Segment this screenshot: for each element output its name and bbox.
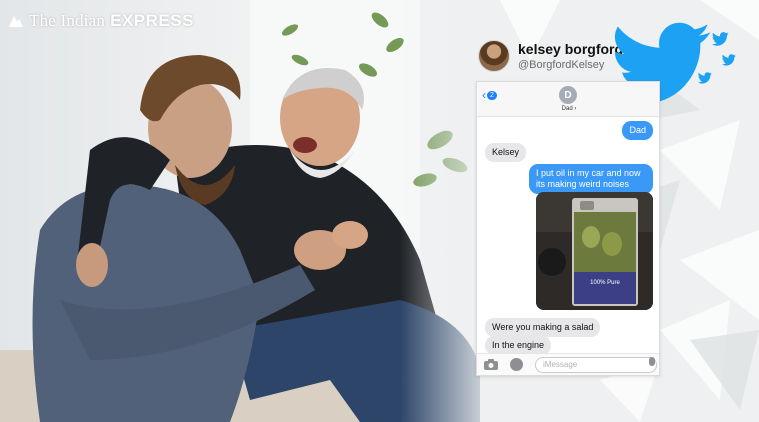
imessage-screenshot: ‹ 2 D Dad › Dad Kelsey I put oil in my c… — [476, 81, 660, 376]
contact-avatar[interactable]: D — [559, 86, 577, 104]
watermark-brand-light: The Indian — [29, 11, 106, 30]
tweet-author: kelsey borgford @BorgfordKelsey — [478, 40, 623, 72]
conversation-header: ‹ 2 D Dad › — [477, 82, 659, 117]
author-avatar — [478, 40, 510, 72]
app-store-icon[interactable] — [510, 358, 523, 371]
photo-illustration — [0, 0, 500, 422]
twitter-bird-small-icon — [698, 72, 712, 84]
message-bubble-incoming: Kelsey — [485, 143, 527, 162]
twitter-bird-small-icon — [722, 54, 736, 66]
back-chevron-icon: ‹ — [482, 88, 486, 102]
message-bubble-incoming: Were you making a salad — [485, 318, 601, 337]
watermark-brand-bold: EXPRESS — [110, 11, 194, 30]
tin-label-text: 100% Pure — [590, 280, 620, 286]
author-handle: @BorgfordKelsey — [518, 59, 605, 71]
message-bubble-outgoing: Dad — [622, 121, 653, 140]
compose-bar: iMessage — [477, 353, 659, 375]
microphone-icon[interactable] — [649, 357, 655, 366]
message-bubble-outgoing: I put oil in my car and now its making w… — [529, 164, 653, 194]
publisher-watermark: The Indian EXPRESS — [8, 11, 194, 31]
publisher-logo-icon — [9, 16, 23, 27]
camera-icon[interactable] — [484, 359, 498, 370]
message-input[interactable]: iMessage — [535, 357, 657, 373]
father-son-photo — [0, 0, 500, 422]
twitter-bird-small-icon — [712, 32, 729, 46]
contact-name[interactable]: Dad › — [477, 106, 659, 112]
back-button[interactable]: ‹ 2 — [482, 88, 497, 102]
olive-oil-tin-photo: 100% Pure — [536, 192, 653, 310]
author-display-name: kelsey borgford — [518, 41, 624, 57]
unread-badge: 2 — [487, 90, 497, 100]
photo-attachment[interactable]: 100% Pure — [536, 192, 653, 310]
